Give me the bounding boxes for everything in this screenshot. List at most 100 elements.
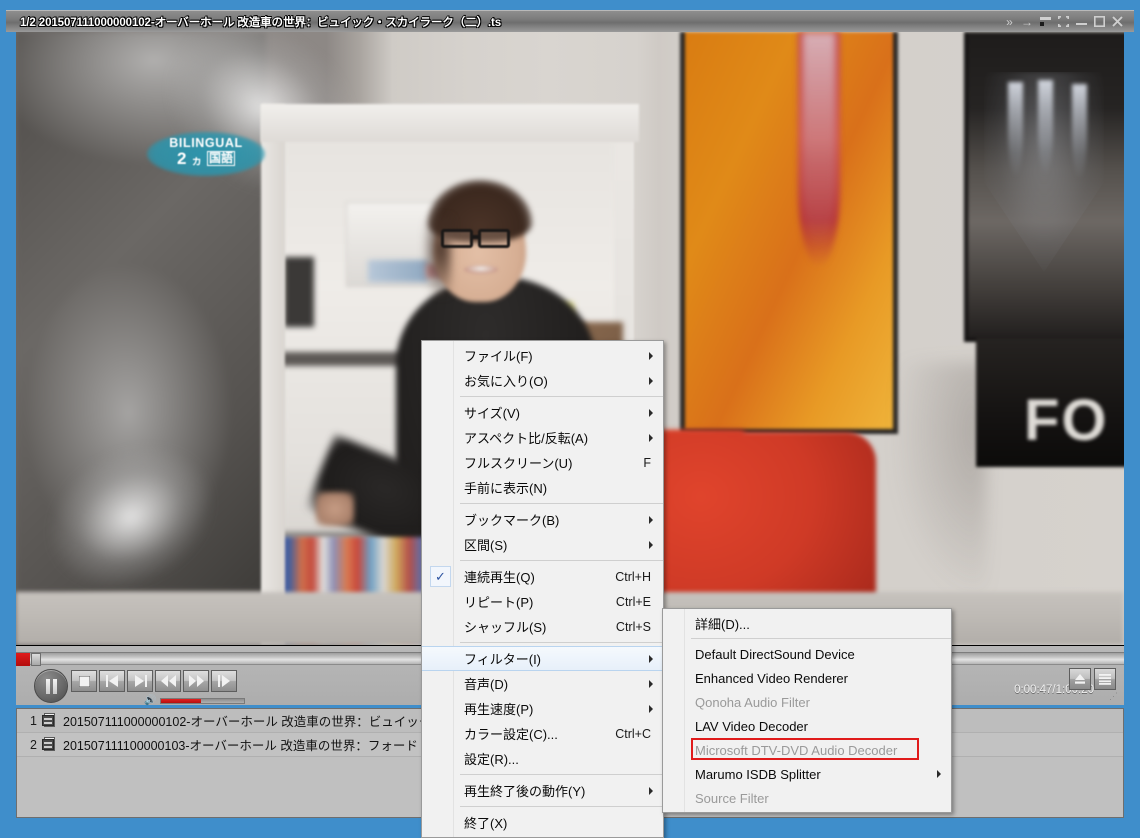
- glasses-icon: [441, 229, 517, 249]
- chevron-right-icon: [649, 787, 653, 795]
- menu-item-label: アスペクト比/反転(A): [464, 428, 651, 447]
- menu-item-color-settings[interactable]: カラー設定(C)... Ctrl+C: [422, 721, 663, 746]
- menu-item-continuous-play[interactable]: ✓ 連続再生(Q) Ctrl+H: [422, 564, 663, 589]
- menu-item-shortcut: F: [643, 456, 651, 470]
- eject-button[interactable]: [1069, 668, 1091, 690]
- menu-item-label: Microsoft DTV-DVD Audio Decoder: [695, 743, 939, 758]
- chevron-right-icon: [649, 352, 653, 360]
- volume-control[interactable]: 🔊: [144, 696, 245, 706]
- chevron-right-icon: [649, 705, 653, 713]
- menu-item-file[interactable]: ファイル(F): [422, 343, 663, 368]
- menu-item-playback-speed[interactable]: 再生速度(P): [422, 696, 663, 721]
- filter-submenu[interactable]: 詳細(D)... Default DirectSound Device Enha…: [662, 608, 952, 813]
- menu-separator: [460, 503, 663, 504]
- filter-menu-item-lav-video-decoder[interactable]: LAV Video Decoder: [663, 714, 951, 738]
- pause-button[interactable]: [34, 669, 68, 703]
- menu-item-label: 音声(D): [464, 674, 651, 693]
- menu-item-label: LAV Video Decoder: [695, 719, 939, 734]
- filter-menu-item-default-directsound-device[interactable]: Default DirectSound Device: [663, 642, 951, 666]
- media-file-icon: [42, 713, 57, 728]
- menu-item-label: ブックマーク(B): [464, 510, 651, 529]
- video-shield-stripe-left: [1008, 82, 1023, 177]
- filter-menu-item-qonoha-audio-filter: Qonoha Audio Filter: [663, 690, 951, 714]
- playlist-row-number: 2: [23, 738, 37, 752]
- context-menu[interactable]: ファイル(F) お気に入り(O) サイズ(V) アスペクト比/反転(A) フルス…: [421, 340, 664, 838]
- seek-progress-fill: [16, 653, 30, 666]
- title-bar[interactable]: 1/2 201507111000000102-オーバーホール 改造車の世界：ビュ…: [6, 10, 1134, 32]
- video-wall-shadow: [896, 362, 986, 592]
- more-icon[interactable]: »: [1000, 12, 1018, 32]
- menu-item-settings[interactable]: 設定(R)...: [422, 746, 663, 771]
- bilingual-badge-number: 2: [177, 149, 186, 168]
- menu-item-bookmark[interactable]: ブックマーク(B): [422, 507, 663, 532]
- menu-item-label: Marumo ISDB Splitter: [695, 767, 939, 782]
- filter-menu-item-details[interactable]: 詳細(D)...: [663, 611, 951, 635]
- menu-separator: [460, 806, 663, 807]
- filter-menu-item-enhanced-video-renderer[interactable]: Enhanced Video Renderer: [663, 666, 951, 690]
- seek-slider-thumb[interactable]: [31, 653, 41, 666]
- menu-item-label: ファイル(F): [464, 346, 651, 365]
- menu-separator: [460, 642, 663, 643]
- menu-item-exit[interactable]: 終了(X): [422, 810, 663, 835]
- pause-icon-bar-left: [46, 679, 50, 694]
- menu-item-audio[interactable]: 音声(D): [422, 671, 663, 696]
- menu-item-label: カラー設定(C)...: [464, 724, 597, 743]
- menu-item-label: リピート(P): [464, 592, 598, 611]
- chevron-right-icon: [649, 516, 653, 524]
- previous-button[interactable]: [99, 670, 125, 692]
- restore-size-icon[interactable]: [1054, 12, 1072, 32]
- menu-item-label: 設定(R)...: [464, 749, 651, 768]
- maximize-icon[interactable]: [1090, 12, 1108, 32]
- collapse-icon[interactable]: [1036, 12, 1054, 32]
- menu-item-filter[interactable]: フィルター(I): [422, 646, 663, 671]
- menu-item-label: 終了(X): [464, 813, 651, 832]
- menu-item-size[interactable]: サイズ(V): [422, 400, 663, 425]
- resize-grip-icon[interactable]: ⋰: [1109, 691, 1118, 702]
- menu-item-fullscreen[interactable]: フルスクリーン(U) F: [422, 450, 663, 475]
- menu-item-shortcut: Ctrl+S: [616, 620, 651, 634]
- frame-step-button[interactable]: [211, 670, 237, 692]
- bilingual-badge: BILINGUAL 2 ヵ 国語: [147, 132, 265, 176]
- menu-item-label: シャッフル(S): [464, 617, 598, 636]
- chevron-right-icon: [649, 409, 653, 417]
- menu-item-label: Enhanced Video Renderer: [695, 671, 939, 686]
- menu-item-label: サイズ(V): [464, 403, 651, 422]
- bilingual-badge-counter: ヵ: [191, 155, 202, 167]
- video-room-whiteboard-blue-note: [368, 260, 428, 282]
- menu-item-after-playback-action[interactable]: 再生終了後の動作(Y): [422, 778, 663, 803]
- arrow-right-icon[interactable]: →: [1018, 12, 1036, 32]
- video-orange-artwork-white-streak: [802, 32, 836, 247]
- filter-menu-item-marumo-isdb-splitter[interactable]: Marumo ISDB Splitter: [663, 762, 951, 786]
- menu-item-label: Source Filter: [695, 791, 939, 806]
- menu-item-label: Qonoha Audio Filter: [695, 695, 939, 710]
- menu-item-favorites[interactable]: お気に入り(O): [422, 368, 663, 393]
- video-shield-stripe-mid: [1038, 80, 1053, 175]
- menu-item-shortcut: Ctrl+C: [615, 727, 651, 741]
- transport-buttons: [71, 670, 237, 692]
- chevron-right-icon: [649, 377, 653, 385]
- next-button[interactable]: [127, 670, 153, 692]
- menu-item-label: 手前に表示(N): [464, 478, 651, 497]
- menu-item-section[interactable]: 区間(S): [422, 532, 663, 557]
- menu-item-aspect-ratio-flip[interactable]: アスペクト比/反転(A): [422, 425, 663, 450]
- chevron-right-icon: [649, 680, 653, 688]
- stop-button[interactable]: [71, 670, 97, 692]
- media-file-icon: [42, 737, 57, 752]
- playlist-row-number: 1: [23, 714, 37, 728]
- menu-item-always-on-top[interactable]: 手前に表示(N): [422, 475, 663, 500]
- video-person-smile: [464, 265, 498, 274]
- menu-item-label: Default DirectSound Device: [695, 647, 939, 662]
- window-title: 1/2 201507111000000102-オーバーホール 改造車の世界：ビュ…: [6, 14, 501, 30]
- playlist-button[interactable]: [1094, 668, 1116, 690]
- video-wall-logo-text: FO: [1024, 387, 1109, 454]
- video-frame-left-edge: [261, 104, 285, 644]
- menu-item-shuffle[interactable]: シャッフル(S) Ctrl+S: [422, 614, 663, 639]
- chevron-right-icon: [937, 770, 941, 778]
- rewind-button[interactable]: [155, 670, 181, 692]
- menu-item-repeat[interactable]: リピート(P) Ctrl+E: [422, 589, 663, 614]
- fast-forward-button[interactable]: [183, 670, 209, 692]
- volume-slider[interactable]: [160, 698, 245, 704]
- close-icon[interactable]: [1108, 12, 1126, 32]
- filter-menu-item-source-filter: Source Filter: [663, 786, 951, 810]
- minimize-icon[interactable]: [1072, 12, 1090, 32]
